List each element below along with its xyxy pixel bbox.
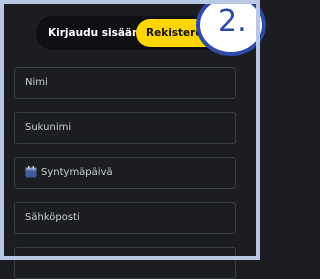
- last-name-input[interactable]: [25, 122, 215, 133]
- birthdate-field[interactable]: [14, 157, 236, 189]
- step-badge: 2.: [196, 0, 266, 56]
- calendar-icon: [25, 166, 37, 178]
- last-name-field[interactable]: [14, 112, 236, 144]
- email-field[interactable]: [14, 202, 236, 234]
- next-field[interactable]: [14, 247, 236, 279]
- first-name-field[interactable]: [14, 67, 236, 99]
- first-name-input[interactable]: [25, 77, 215, 88]
- login-tab[interactable]: Kirjaudu sisään: [48, 16, 139, 50]
- email-input[interactable]: [25, 212, 215, 223]
- birthdate-input[interactable]: [41, 167, 211, 178]
- step-number: 2.: [218, 4, 247, 39]
